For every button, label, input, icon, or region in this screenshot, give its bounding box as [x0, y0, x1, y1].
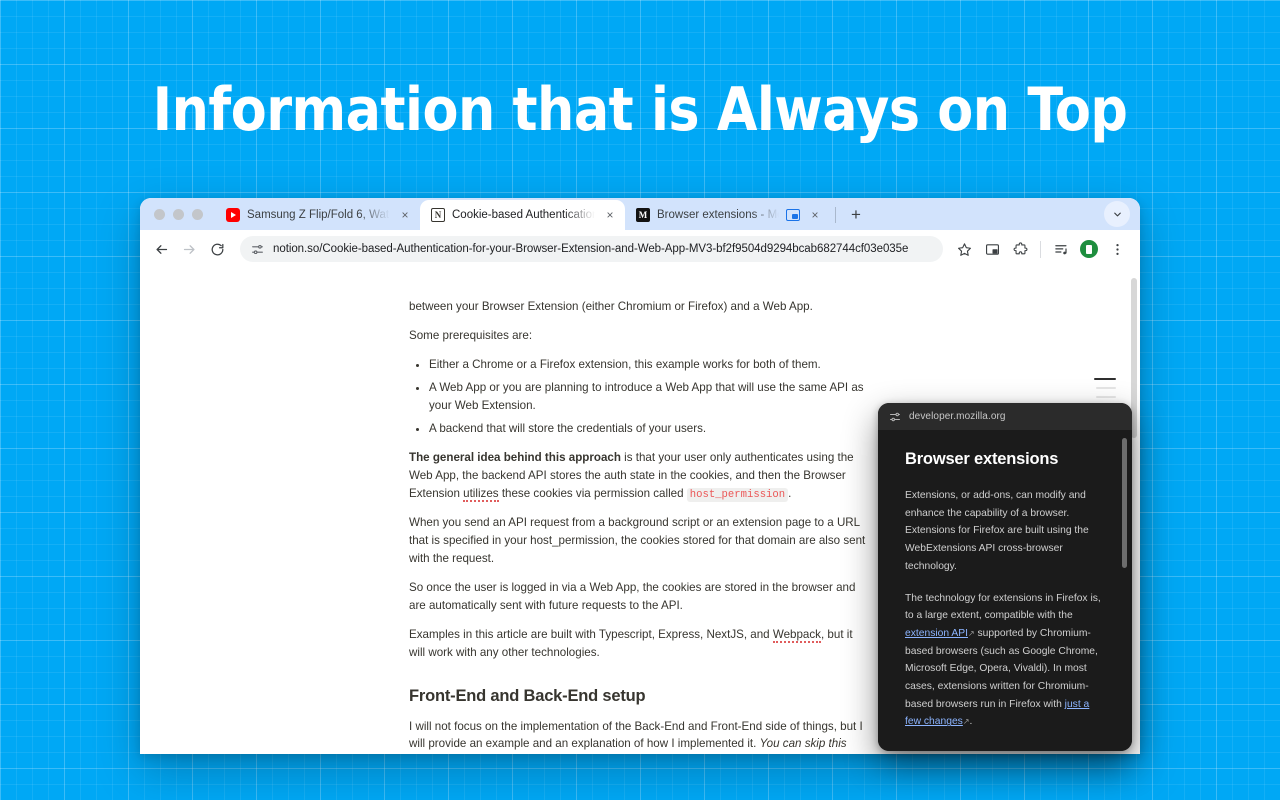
- reading-list-icon[interactable]: [1048, 236, 1074, 262]
- page-root: Information that is Always on Top Samsun…: [0, 0, 1280, 800]
- pip-paragraph-1: Extensions, or add-ons, can modify and e…: [905, 490, 1089, 572]
- page-title: Information that is Always on Top: [152, 75, 1128, 145]
- examples-a: Examples in this article are built with …: [409, 628, 773, 641]
- heading-frontend-backend-setup: Front-End and Back-End setup: [409, 686, 646, 705]
- tab-close-icon[interactable]: ×: [397, 207, 413, 223]
- tab-youtube[interactable]: Samsung Z Flip/Fold 6, Watch ×: [215, 200, 420, 230]
- tab-mdn[interactable]: M Browser extensions - Moz ×: [625, 200, 830, 230]
- list-item: A backend that will store the credential…: [429, 420, 871, 438]
- pip-p2-a: The technology for extensions in Firefox…: [905, 592, 1101, 622]
- new-tab-button[interactable]: +: [843, 201, 869, 227]
- picture-in-picture-icon[interactable]: [979, 236, 1005, 262]
- puzzle-piece-icon[interactable]: [1007, 236, 1033, 262]
- general-idea-rest-b: these cookies via permission called: [498, 486, 687, 500]
- paragraph-general-idea: The general idea behind this approach is…: [409, 449, 871, 503]
- tab-title: Cookie-based Authentication: [452, 209, 595, 221]
- pip-content: Browser extensions Extensions, or add-on…: [878, 430, 1132, 751]
- general-idea-bold: The general idea behind this approach: [409, 450, 621, 464]
- window-close-button[interactable]: [154, 208, 165, 220]
- pip-heading: Browser extensions: [905, 450, 1059, 468]
- chevron-down-icon[interactable]: [1104, 201, 1130, 227]
- reload-icon[interactable]: [204, 236, 230, 262]
- forward-arrow-icon: [176, 236, 202, 262]
- back-arrow-icon[interactable]: [148, 236, 174, 262]
- general-idea-rest-c: .: [788, 486, 792, 500]
- external-link-icon: ↗: [967, 628, 975, 638]
- tune-sliders-icon[interactable]: [251, 243, 264, 256]
- address-bar-url: notion.so/Cookie-based-Authentication-fo…: [273, 243, 909, 255]
- paragraph-examples: Examples in this article are built with …: [409, 626, 871, 662]
- inline-code-host-permission: host_permission: [686, 487, 789, 502]
- tune-sliders-icon: [889, 411, 901, 423]
- list-item: A Web App or you are planning to introdu…: [429, 379, 871, 415]
- tab-close-icon[interactable]: ×: [807, 207, 823, 223]
- tab-title: Browser extensions - Moz: [657, 209, 779, 221]
- spellcheck-word: Webpack: [772, 628, 821, 643]
- paragraph-intro-tail: between your Browser Extension (either C…: [409, 300, 813, 313]
- tab-title: Samsung Z Flip/Fold 6, Watch: [247, 209, 390, 221]
- paragraph-prereq-lead: Some prerequisites are:: [409, 328, 533, 342]
- spellcheck-word: utilizes: [463, 486, 499, 502]
- extension-api-link[interactable]: extension API: [905, 628, 968, 639]
- toc-bar[interactable]: [1096, 387, 1116, 389]
- pip-p2-b: supported by Chromium-based browsers (su…: [905, 627, 1098, 710]
- pip-scrollbar[interactable]: [1122, 438, 1127, 568]
- youtube-favicon: [226, 208, 240, 222]
- picture-in-picture-icon[interactable]: [786, 209, 800, 221]
- list-item: Either a Chrome or a Firefox extension, …: [429, 356, 871, 374]
- tab-divider: [835, 207, 836, 223]
- browser-toolbar: notion.so/Cookie-based-Authentication-fo…: [140, 230, 1140, 268]
- external-link-icon: ↗: [962, 717, 970, 727]
- pip-paragraph-2: The technology for extensions in Firefox…: [905, 590, 1107, 732]
- toc-bar-active[interactable]: [1094, 378, 1116, 380]
- kebab-menu-icon[interactable]: [1104, 236, 1130, 262]
- tab-close-icon[interactable]: ×: [602, 207, 618, 223]
- notion-favicon: N: [431, 208, 445, 222]
- tab-strip: Samsung Z Flip/Fold 6, Watch × N Cookie-…: [140, 198, 1140, 230]
- pip-p2-c: .: [969, 716, 973, 728]
- window-traffic-lights: [148, 198, 215, 230]
- paragraph-logged-in: So once the user is logged in via a Web …: [409, 581, 856, 613]
- toc-bar[interactable]: [1096, 396, 1116, 398]
- star-icon[interactable]: [951, 236, 977, 262]
- picture-in-picture-window[interactable]: developer.mozilla.org Browser extensions…: [878, 403, 1132, 751]
- tab-notion[interactable]: N Cookie-based Authentication ×: [420, 200, 625, 230]
- pip-site-label: developer.mozilla.org: [909, 411, 1006, 422]
- pip-window-header[interactable]: developer.mozilla.org: [878, 403, 1132, 430]
- window-minimize-button[interactable]: [173, 208, 184, 220]
- profile-avatar-icon[interactable]: [1080, 240, 1098, 258]
- window-maximize-button[interactable]: [192, 208, 203, 220]
- toolbar-divider: [1040, 240, 1041, 258]
- mdn-favicon: M: [636, 208, 650, 222]
- paragraph-api-request: When you send an API request from a back…: [409, 516, 866, 566]
- address-bar[interactable]: notion.so/Cookie-based-Authentication-fo…: [240, 236, 943, 262]
- paragraph-focus: I will not focus on the implementation o…: [409, 718, 871, 755]
- document-body: between your Browser Extension (either C…: [409, 298, 871, 754]
- prerequisites-list: Either a Chrome or a Firefox extension, …: [409, 356, 871, 438]
